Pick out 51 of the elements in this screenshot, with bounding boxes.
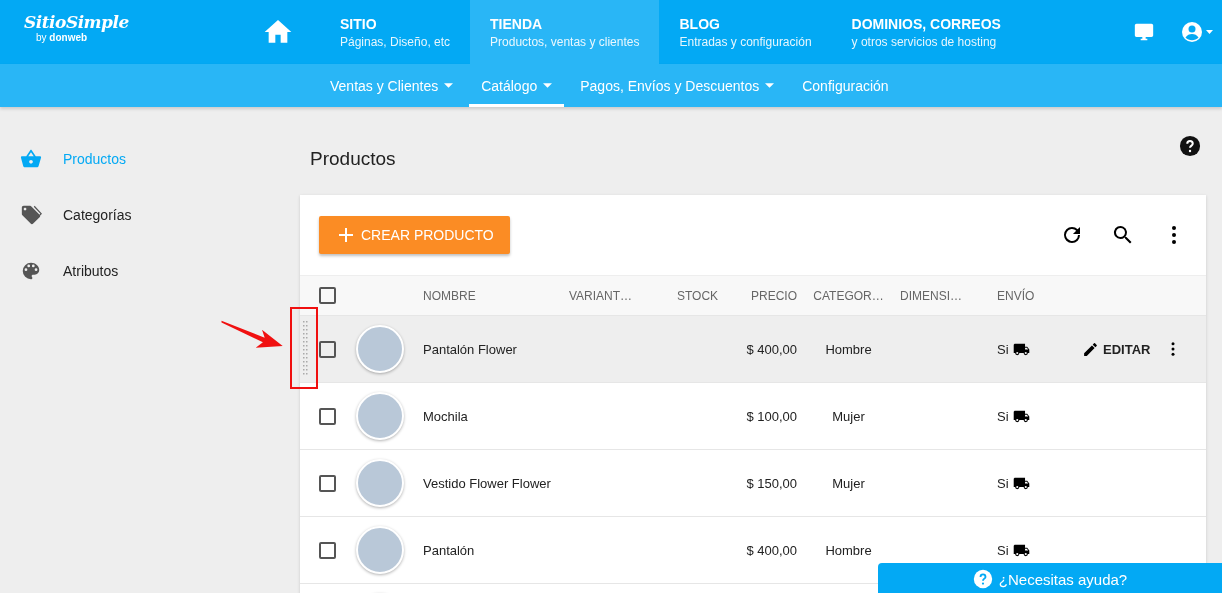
monitor-icon[interactable]	[1134, 22, 1154, 42]
help-icon	[972, 569, 993, 589]
logo-text: SitioSimple	[24, 12, 129, 32]
product-row[interactable]: Mochila $ 100,00 Mujer Si	[300, 382, 1206, 449]
table-cell-text: Hombre	[824, 341, 873, 357]
table-cell-text: Mujer	[831, 408, 866, 424]
edit-button[interactable]: EDITAR	[1080, 336, 1151, 362]
pencil-icon	[1082, 340, 1099, 358]
table-cell-text: Vestido Flower Flower	[423, 475, 552, 491]
logo-tagline: by donweb	[36, 32, 88, 43]
sidebar-item[interactable]: Categorías	[0, 187, 300, 243]
select-all-checkbox[interactable]	[319, 287, 336, 304]
table-cell-text: Mujer	[831, 475, 866, 491]
table-cell-text: $ 100,00	[745, 408, 797, 424]
row-checkbox[interactable]	[319, 541, 336, 559]
account-menu-icon[interactable]	[1180, 20, 1214, 44]
column-header[interactable]: ENVÍO	[997, 288, 1080, 303]
product-photo-placeholder	[356, 526, 404, 574]
column-header[interactable]: VARIANT…	[569, 288, 677, 303]
row-checkbox[interactable]	[319, 340, 336, 358]
table-cell-text: Hombre	[824, 542, 873, 558]
column-header[interactable]: DIMENSI…	[900, 288, 997, 303]
drag-handle-icon[interactable]	[303, 321, 309, 377]
product-row[interactable]: Vestido Flower Flower $ 150,00 Mujer Si	[300, 449, 1206, 516]
palette-icon	[20, 260, 42, 282]
tags-icon	[20, 204, 42, 226]
table-cell-text: $ 400,00	[745, 341, 797, 357]
table-cell-text: Pantalón Flower	[423, 341, 518, 357]
product-photo-placeholder	[356, 459, 404, 507]
table-cell: Si	[997, 408, 1009, 424]
column-header[interactable]: PRECIO	[735, 288, 797, 303]
product-row[interactable]: Pantalón Flower $ 400,00 Hombre Si EDITAR	[300, 315, 1206, 382]
plus-icon	[339, 228, 353, 242]
column-header[interactable]: NOMBRE	[423, 288, 569, 303]
page-title: Productos	[310, 148, 396, 170]
row-checkbox[interactable]	[319, 474, 336, 492]
table-cell: Si	[997, 542, 1009, 558]
product-photo-placeholder	[356, 392, 404, 440]
product-photo-placeholder	[356, 325, 404, 373]
table-cell-text: $ 150,00	[745, 475, 797, 491]
table-cell: Si	[997, 475, 1009, 491]
table-cell-text: $ 400,00	[745, 542, 797, 558]
table-cell-text: Mochila	[423, 408, 469, 424]
help-icon[interactable]	[1179, 135, 1201, 157]
table-cell: Si	[997, 341, 1009, 357]
row-checkbox[interactable]	[319, 407, 336, 425]
sidebar-item[interactable]: Atributos	[0, 243, 300, 299]
basket-icon	[20, 148, 42, 170]
column-header[interactable]: CATEGOR…	[797, 288, 900, 303]
table-cell-text: Pantalón	[423, 542, 476, 558]
column-header[interactable]: STOCK	[677, 288, 735, 303]
